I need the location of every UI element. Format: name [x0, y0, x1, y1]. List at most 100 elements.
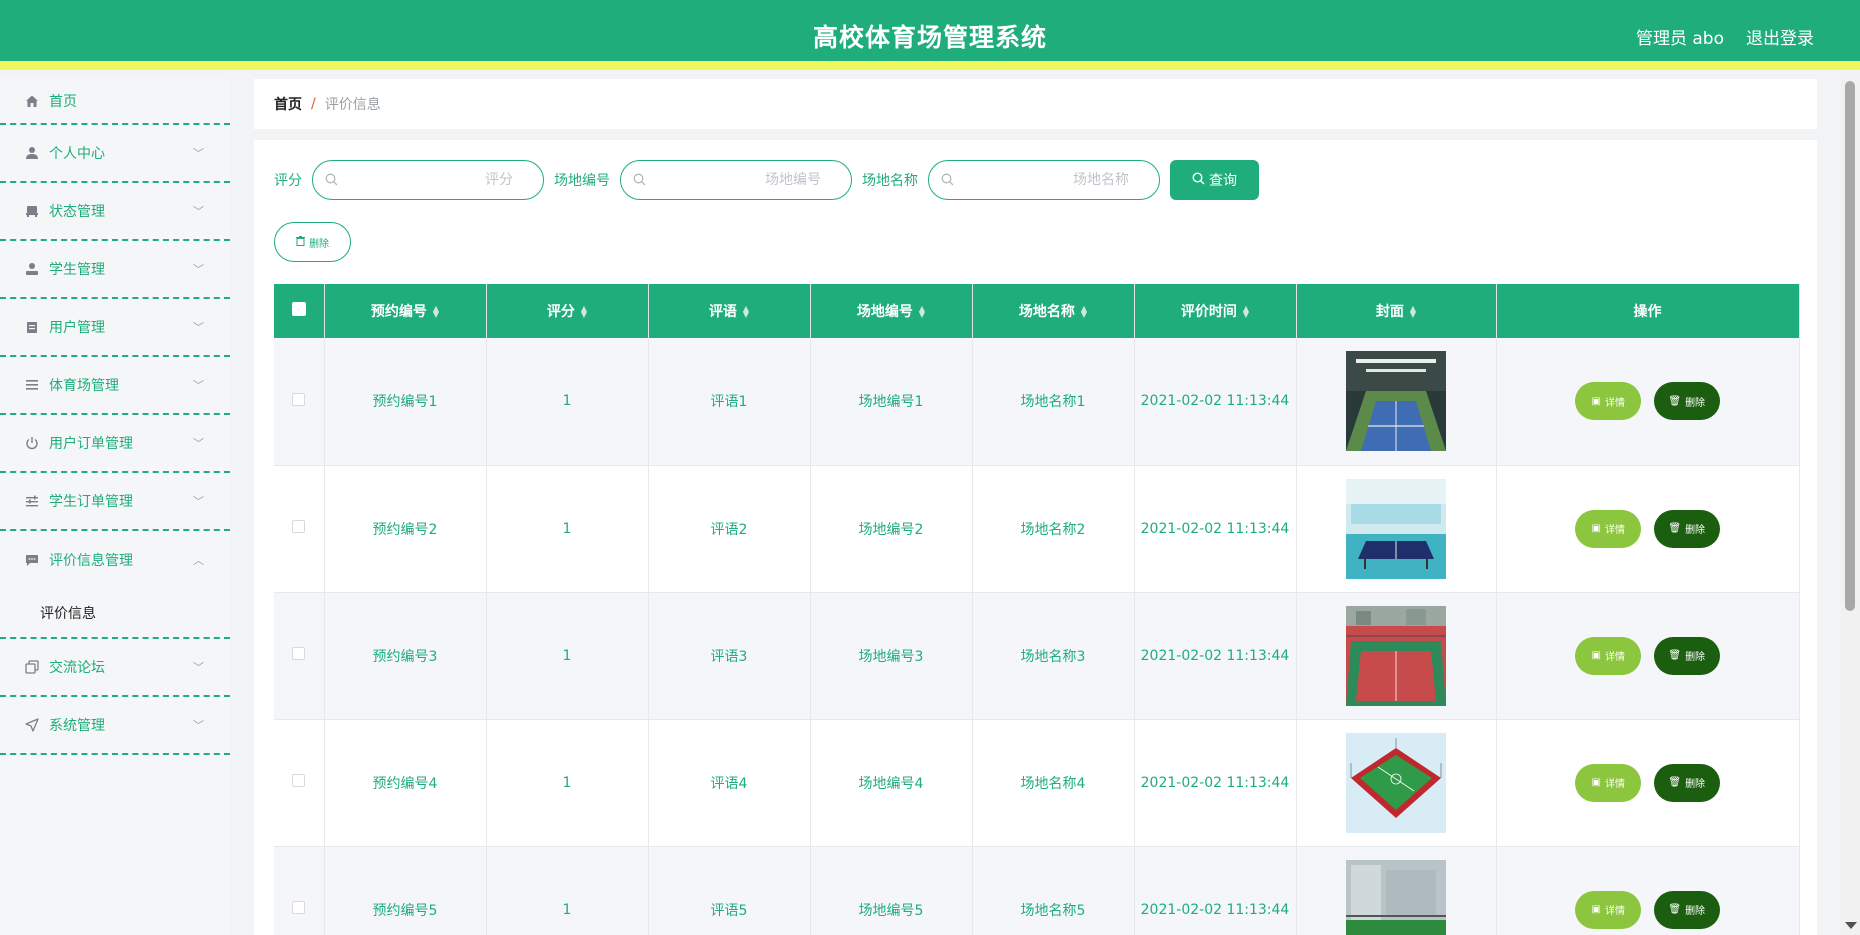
sidebar-item-home[interactable]: 首页 [0, 79, 230, 125]
sidebar-item-stadium[interactable]: 体育场管理 ﹀ [0, 357, 230, 415]
sidebar-subitem-review-info[interactable]: 评价信息 [0, 589, 230, 639]
sidebar-item-label: 学生订单管理 [49, 494, 133, 510]
chevron-up-icon: ︿ [193, 554, 204, 567]
search-icon [633, 173, 646, 190]
query-button-label: 查询 [1209, 173, 1237, 189]
sort-icon: ▲ ▼ [742, 304, 750, 319]
student-icon [24, 261, 40, 277]
chevron-down-icon: ﹀ [193, 147, 204, 160]
sidebar-item-label: 状态管理 [49, 204, 105, 220]
select-all-checkbox[interactable] [291, 302, 306, 316]
venue-no-cell: 场地编号1 [810, 338, 973, 466]
delete-button[interactable]: 🗑 删除 [1653, 382, 1720, 421]
sidebar-item-status[interactable]: 状态管理 ﹀ [0, 183, 230, 241]
trash-icon: 🗑 [1668, 904, 1682, 915]
sidebar-item-users[interactable]: 用户管理 ﹀ [0, 299, 230, 357]
comment-cell: 评语2 [648, 465, 811, 593]
venue-no-cell: 场地编号2 [810, 465, 973, 593]
column-header[interactable]: 评分 ▲ ▼ [486, 284, 649, 338]
detail-icon: ▣ [1591, 395, 1601, 407]
delete-button[interactable]: 🗑 删除 [1653, 890, 1720, 929]
score-input[interactable] [313, 161, 543, 199]
column-header[interactable]: 场地名称 ▲ ▼ [972, 284, 1135, 338]
venue-no-label: 场地编号 [554, 173, 610, 189]
sidebar-item-label: 系统管理 [49, 718, 105, 734]
scrollbar-thumb[interactable] [1845, 81, 1855, 611]
booking-no-cell: 预约编号3 [324, 592, 487, 720]
delete-button[interactable]: 🗑 删除 [1653, 636, 1720, 675]
table-row: 预约编号2 1 评语2 场地编号2 场地名称2 2021-02-02 11:13… [274, 465, 1800, 593]
sidebar-item-students[interactable]: 学生管理 ﹀ [0, 241, 230, 299]
venue-name-input[interactable] [929, 161, 1159, 199]
search-icon [1192, 171, 1205, 189]
sidebar-item-student-orders[interactable]: 学生订单管理 ﹀ [0, 473, 230, 531]
sidebar-item-user-orders[interactable]: 用户订单管理 ﹀ [0, 415, 230, 473]
chevron-down-icon: ﹀ [193, 495, 204, 508]
search-icon [325, 173, 338, 190]
table-row: 预约编号1 1 评语1 场地编号1 场地名称1 2021-02-02 11:13… [274, 338, 1800, 466]
sidebar: 首页 个人中心 ﹀ 状态管理 ﹀ 学生管理 ﹀ 用户管理 ﹀ 体育场管理 ﹀ 用… [0, 79, 230, 935]
venue-no-cell: 场地编号4 [810, 719, 973, 847]
venue-name-cell: 场地名称1 [972, 338, 1135, 466]
column-header[interactable]: 封面 ▲ ▼ [1296, 284, 1497, 338]
column-header[interactable]: 评价时间 ▲ ▼ [1134, 284, 1297, 338]
detail-button[interactable]: ▣ 详情 [1575, 509, 1642, 548]
select-all-cell [274, 284, 325, 338]
detail-icon: ▣ [1591, 523, 1601, 534]
search-icon [941, 173, 954, 190]
batch-delete-button[interactable]: 删除 [274, 222, 351, 262]
column-header[interactable]: 场地编号 ▲ ▼ [810, 284, 973, 338]
batch-delete-label: 删除 [309, 238, 329, 250]
venue-name-label: 场地名称 [862, 173, 918, 189]
sidebar-item-label: 个人中心 [49, 146, 105, 162]
sidebar-item-personal-center[interactable]: 个人中心 ﹀ [0, 125, 230, 183]
outdoor-court-image [1346, 605, 1446, 706]
breadcrumb-home[interactable]: 首页 [274, 94, 302, 114]
column-header[interactable]: 评语 ▲ ▼ [648, 284, 811, 338]
booking-no-cell: 预约编号1 [324, 338, 487, 466]
row-checkbox[interactable] [292, 774, 306, 787]
chevron-down-icon: ﹀ [193, 661, 204, 674]
venue-name-cell: 场地名称2 [972, 465, 1135, 593]
table-tennis-room-image [1346, 478, 1446, 579]
sidebar-item-label: 体育场管理 [49, 378, 119, 394]
chevron-down-icon: ﹀ [193, 719, 204, 732]
sort-icon: ▲ ▼ [918, 304, 926, 319]
row-checkbox[interactable] [292, 520, 306, 533]
venue-no-input[interactable] [621, 161, 851, 199]
query-button[interactable]: 查询 [1170, 160, 1259, 200]
sidebar-item-system[interactable]: 系统管理 ﹀ [0, 697, 230, 755]
sidebar-item-reviews[interactable]: 评价信息管理 ︿ [0, 531, 230, 589]
scroll-down-arrow-icon[interactable] [1845, 922, 1857, 929]
venue-name-cell: 场地名称5 [972, 846, 1135, 935]
row-checkbox[interactable] [292, 392, 306, 406]
delete-button[interactable]: 🗑 删除 [1653, 763, 1720, 802]
sort-icon: ▲ ▼ [1242, 304, 1250, 319]
column-header: 操作 [1496, 284, 1800, 338]
comment-cell: 评语3 [648, 592, 811, 720]
score-cell: 1 [486, 719, 649, 847]
booking-no-cell: 预约编号2 [324, 465, 487, 593]
detail-button[interactable]: ▣ 详情 [1575, 763, 1642, 802]
score-cell: 1 [486, 338, 649, 466]
detail-button[interactable]: ▣ 详情 [1575, 382, 1642, 421]
detail-icon: ▣ [1591, 650, 1601, 661]
home-icon [24, 93, 40, 109]
sidebar-item-forum[interactable]: 交流论坛 ﹀ [0, 639, 230, 697]
detail-button[interactable]: ▣ 详情 [1575, 890, 1642, 929]
delete-button[interactable]: 🗑 删除 [1653, 509, 1720, 548]
review-time-cell: 2021-02-02 11:13:44 [1134, 465, 1297, 593]
column-header[interactable]: 预约编号 ▲ ▼ [324, 284, 487, 338]
logout-link[interactable]: 退出登录 [1746, 24, 1814, 49]
detail-button[interactable]: ▣ 详情 [1575, 636, 1642, 675]
rooftop-field-image [1346, 859, 1446, 935]
row-checkbox[interactable] [292, 901, 306, 914]
score-cell: 1 [486, 465, 649, 593]
sidebar-item-label: 评价信息管理 [49, 553, 133, 569]
table-row: 预约编号4 1 评语4 场地编号4 场地名称4 2021-02-02 11:13… [274, 719, 1800, 847]
review-time-cell: 2021-02-02 11:13:44 [1134, 338, 1297, 466]
app-title: 高校体育场管理系统 [812, 23, 1047, 52]
row-checkbox[interactable] [292, 647, 306, 660]
vertical-scrollbar[interactable] [1841, 79, 1860, 935]
score-search [312, 160, 544, 200]
